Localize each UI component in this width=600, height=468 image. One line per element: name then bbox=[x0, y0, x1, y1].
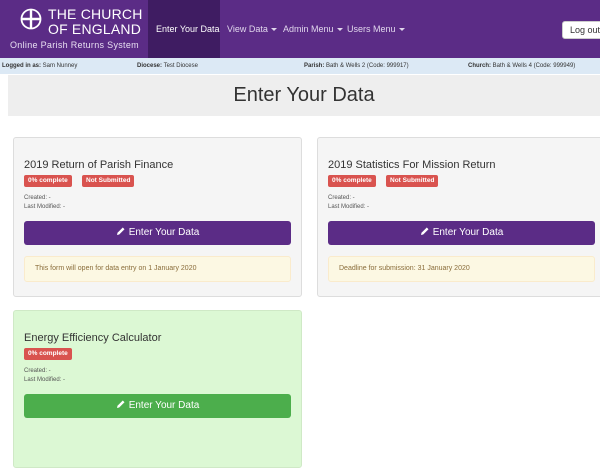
nav-enter-your-data[interactable]: Enter Your Data bbox=[148, 0, 220, 58]
brand-logo[interactable]: THE CHURCH OF ENGLAND Online Parish Retu… bbox=[8, 5, 148, 53]
pencil-icon bbox=[420, 227, 429, 235]
church-cross-icon bbox=[20, 8, 42, 30]
completion-badge: 0% complete bbox=[24, 348, 72, 360]
brand-line-1: THE CHURCH bbox=[48, 6, 143, 22]
parish-info: Parish: Bath & Wells 2 (Code: 999917) bbox=[304, 58, 409, 74]
enter-data-button[interactable]: Enter Your Data bbox=[24, 221, 291, 245]
caret-down-icon bbox=[336, 28, 343, 32]
page-title: Enter Your Data bbox=[8, 75, 600, 116]
last-modified-date: Last Modified: - bbox=[24, 204, 66, 210]
enter-data-button[interactable]: Enter Your Data bbox=[328, 221, 595, 245]
enter-data-button-label: Enter Your Data bbox=[128, 400, 200, 411]
top-navbar: THE CHURCH OF ENGLAND Online Parish Retu… bbox=[0, 0, 600, 58]
card-statistics-mission: 2019 Statistics For Mission Return 0% co… bbox=[317, 137, 600, 297]
nav-view-data[interactable]: View Data bbox=[227, 0, 277, 58]
diocese-value: Test Diocese bbox=[163, 63, 198, 69]
card-parish-finance: 2019 Return of Parish Finance 0% complet… bbox=[13, 137, 302, 297]
created-date: Created: - bbox=[24, 195, 51, 201]
enter-data-button[interactable]: Enter Your Data bbox=[24, 394, 291, 418]
card-title: 2019 Statistics For Mission Return bbox=[328, 159, 496, 171]
parish-value: Bath & Wells 2 (Code: 999917) bbox=[326, 63, 409, 69]
brand-subtitle: Online Parish Returns System bbox=[10, 40, 139, 50]
enter-data-button-label: Enter Your Data bbox=[128, 227, 200, 238]
nav-admin-menu-label: Admin Menu bbox=[283, 24, 334, 34]
card-title: 2019 Return of Parish Finance bbox=[24, 159, 174, 171]
parish-label: Parish: bbox=[304, 63, 325, 69]
nav-users-menu[interactable]: Users Menu bbox=[347, 0, 405, 58]
logged-in-label: Logged in as: bbox=[2, 63, 41, 69]
created-date: Created: - bbox=[328, 195, 355, 201]
brand-line-2: OF ENGLAND bbox=[48, 21, 142, 37]
logged-in-value: Sam Nunney bbox=[42, 63, 78, 69]
created-date: Created: - bbox=[24, 368, 51, 374]
card-title: Energy Efficiency Calculator bbox=[24, 332, 162, 344]
status-badge: Not Submitted bbox=[82, 175, 135, 187]
last-modified-date: Last Modified: - bbox=[328, 204, 370, 210]
completion-badge: 0% complete bbox=[328, 175, 376, 187]
status-badge: Not Submitted bbox=[386, 175, 439, 187]
deadline-notice: Deadline for submission: 31 January 2020 bbox=[328, 256, 595, 282]
nav-enter-your-data-label: Enter Your Data bbox=[156, 24, 220, 34]
church-value: Bath & Wells 4 (Code: 999949) bbox=[492, 63, 576, 69]
pencil-icon bbox=[116, 400, 125, 408]
last-modified-date: Last Modified: - bbox=[24, 377, 66, 383]
logged-in-info: Logged in as: Sam Nunney bbox=[2, 58, 77, 74]
church-info: Church: Bath & Wells 4 (Code: 999949) bbox=[468, 58, 575, 74]
card-energy-efficiency: Energy Efficiency Calculator 0% complete… bbox=[13, 310, 302, 468]
caret-down-icon bbox=[398, 28, 405, 32]
diocese-label: Diocese: bbox=[137, 63, 163, 69]
enter-data-button-label: Enter Your Data bbox=[432, 227, 504, 238]
completion-badge: 0% complete bbox=[24, 175, 72, 187]
nav-view-data-label: View Data bbox=[227, 24, 268, 34]
session-info-bar: Logged in as: Sam Nunney Diocese: Test D… bbox=[0, 58, 600, 74]
nav-admin-menu[interactable]: Admin Menu bbox=[283, 0, 343, 58]
form-open-notice: This form will open for data entry on 1 … bbox=[24, 256, 291, 282]
nav-users-menu-label: Users Menu bbox=[347, 24, 396, 34]
logout-button[interactable]: Log out bbox=[562, 21, 600, 39]
pencil-icon bbox=[116, 227, 125, 235]
church-label: Church: bbox=[468, 63, 491, 69]
diocese-info: Diocese: Test Diocese bbox=[137, 58, 198, 74]
caret-down-icon bbox=[270, 28, 277, 32]
